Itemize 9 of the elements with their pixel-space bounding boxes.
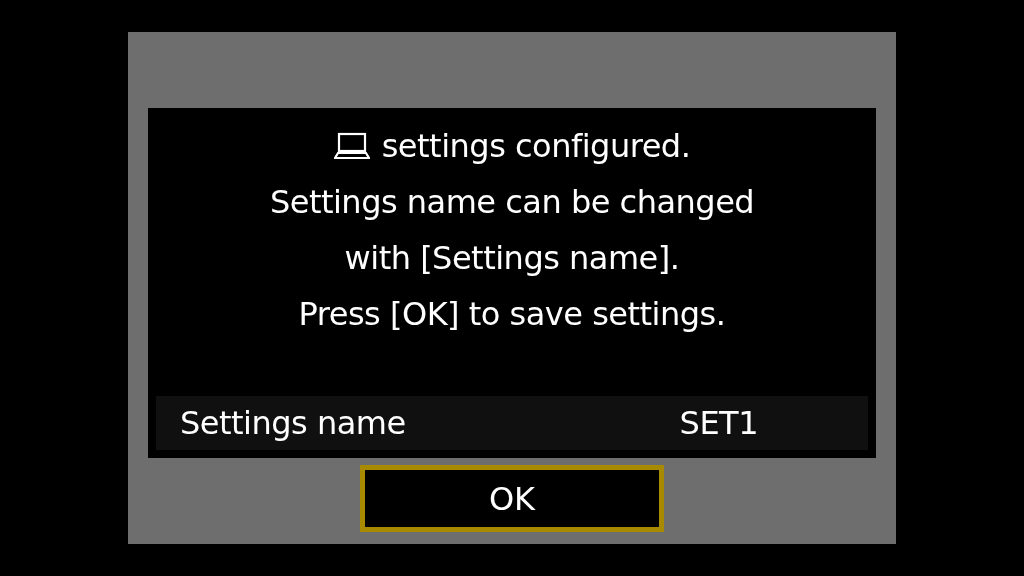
- setting-value: SET1: [679, 404, 758, 442]
- message-text: Settings name can be changed: [269, 182, 755, 223]
- laptop-icon: [333, 132, 370, 160]
- ok-button[interactable]: OK: [360, 465, 664, 532]
- settings-row[interactable]: Settings name SET1: [156, 396, 868, 450]
- message-text: Press [OK] to save settings.: [298, 294, 726, 335]
- message-text: settings configured.: [381, 126, 691, 167]
- message-text: with [Settings name].: [344, 238, 680, 279]
- setting-label: Settings name: [180, 404, 406, 442]
